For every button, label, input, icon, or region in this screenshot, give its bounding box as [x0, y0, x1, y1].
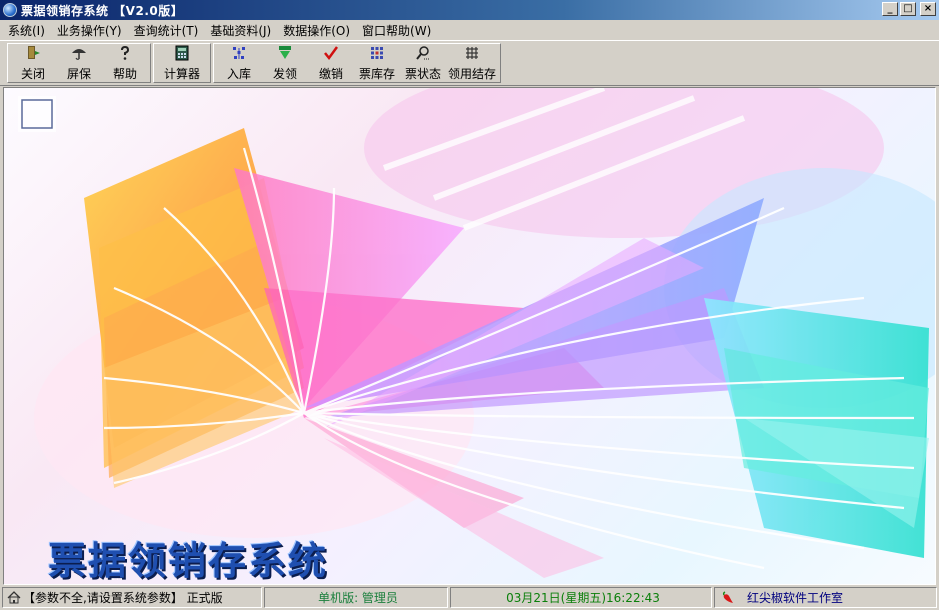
ticket-stock-label: 票库存: [358, 67, 395, 81]
menu-query[interactable]: 查询统计(T): [128, 22, 205, 39]
use-settle-label: 领用结存: [447, 67, 496, 81]
calculator-button[interactable]: 计算器: [156, 44, 208, 82]
screensaver-label: 屏保: [66, 67, 91, 81]
cancel-label: 缴销: [318, 67, 343, 81]
menu-bar: 系统(I) 业务操作(Y) 查询统计(T) 基础资料(J) 数据操作(O) 窗口…: [0, 20, 939, 40]
close-window-button[interactable]: ×: [920, 2, 936, 16]
status-datetime: 03月21日(星期五)16:22:43: [506, 591, 660, 605]
stock-in-button[interactable]: 入库: [216, 44, 262, 82]
app-globe-icon: [3, 3, 17, 17]
home-icon: [7, 591, 21, 604]
menu-window-help[interactable]: 窗口帮助(W): [356, 22, 437, 39]
title-bar: 票据领销存系统 【V2.0版】 _ □ ×: [0, 0, 939, 20]
menu-basic-data[interactable]: 基础资料(J): [204, 22, 277, 39]
splash-area: 票据领销存系统: [3, 87, 936, 585]
use-settle-button[interactable]: 领用结存: [446, 44, 498, 82]
status-vendor-panel: 红尖椒软件工作室: [714, 587, 937, 608]
status-datetime-panel: 03月21日(星期五)16:22:43: [450, 587, 712, 608]
menu-business[interactable]: 业务操作(Y): [51, 22, 128, 39]
red-pepper-icon: [722, 590, 733, 603]
green-down-arrow-icon: [276, 44, 294, 62]
magnifier-icon: [414, 44, 432, 62]
issue-button[interactable]: 发领: [262, 44, 308, 82]
stock-in-label: 入库: [226, 67, 251, 81]
grid-icon: [368, 44, 386, 62]
red-checkmark-icon: [322, 44, 340, 62]
ticket-status-label: 票状态: [404, 67, 441, 81]
help-label: 帮助: [112, 67, 137, 81]
maximize-button[interactable]: □: [900, 2, 916, 16]
stock-in-icon: [230, 44, 248, 62]
splash-artwork: [18, 88, 935, 580]
exit-door-icon: [24, 44, 42, 62]
minimize-button[interactable]: _: [882, 2, 898, 16]
window-title: 票据领销存系统 【V2.0版】: [21, 3, 184, 18]
menu-system[interactable]: 系统(I): [2, 22, 51, 39]
toolbar-group-business: 入库 发领 缴销 票库存 票状态 领用结存: [213, 43, 501, 83]
calculator-label: 计算器: [163, 67, 200, 81]
help-button[interactable]: 帮助: [102, 44, 148, 82]
close-button[interactable]: 关闭: [10, 44, 56, 82]
splash-title: 票据领销存系统: [48, 539, 329, 583]
cancel-button[interactable]: 缴销: [308, 44, 354, 82]
window-controls: _ □ ×: [882, 2, 936, 16]
status-message-panel: 【参数不全,请设置系统参数】 正式版: [2, 587, 262, 608]
status-vendor: 红尖椒软件工作室: [747, 591, 844, 605]
question-icon: [116, 44, 134, 62]
ticket-stock-button[interactable]: 票库存: [354, 44, 400, 82]
status-bar: 【参数不全,请设置系统参数】 正式版 单机版: 管理员 03月21日(星期五)1…: [0, 587, 939, 608]
screensaver-button[interactable]: 屏保: [56, 44, 102, 82]
close-label: 关闭: [20, 67, 45, 81]
toolbar-group-system: 关闭 屏保 帮助: [7, 43, 151, 83]
menu-data-ops[interactable]: 数据操作(O): [277, 22, 356, 39]
status-edition: 单机版: 管理员: [318, 591, 398, 605]
status-message: 【参数不全,请设置系统参数】 正式版: [23, 591, 223, 605]
ticket-status-button[interactable]: 票状态: [400, 44, 446, 82]
issue-label: 发领: [272, 67, 297, 81]
toolbar-group-tools: 计算器: [153, 43, 211, 83]
ledger-grid-icon: [463, 44, 481, 62]
calculator-icon: [173, 44, 191, 62]
toolbar: 关闭 屏保 帮助 计算器 入库 发领 缴销 票库存 票状态 领用结存: [0, 40, 939, 86]
status-edition-panel: 单机版: 管理员: [264, 587, 448, 608]
umbrella-icon: [70, 44, 88, 62]
